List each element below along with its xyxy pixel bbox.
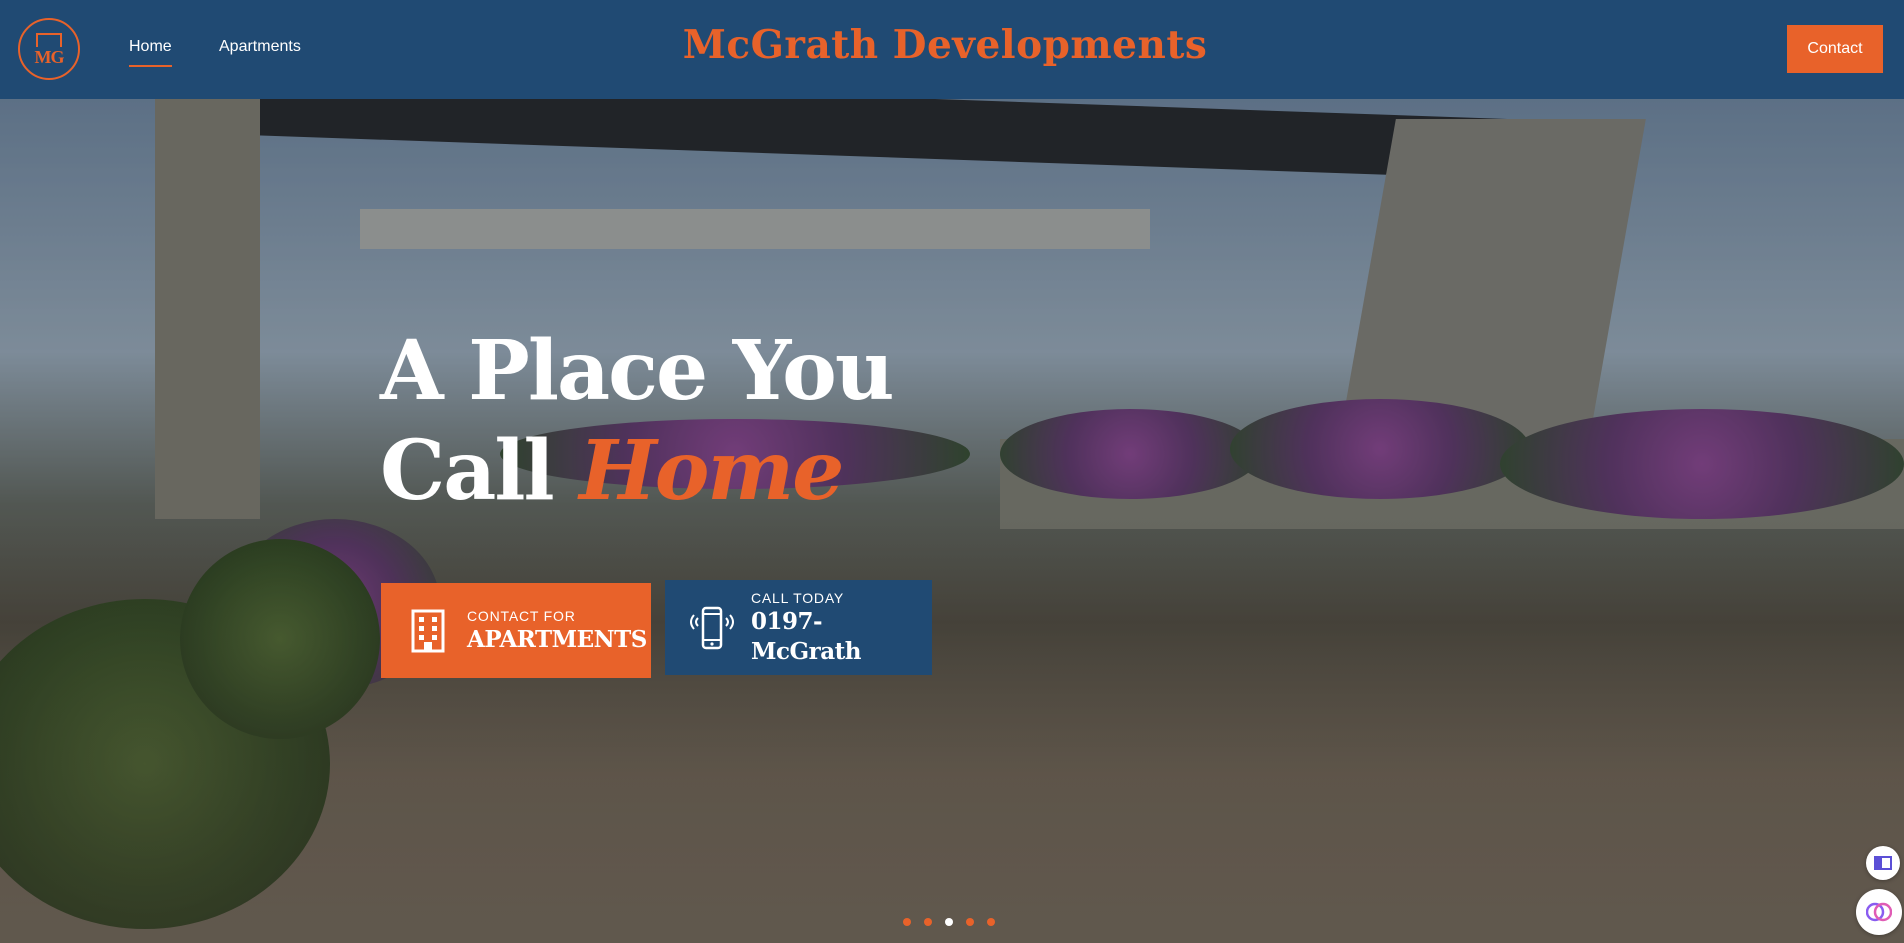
cta-call-small: Call Today <box>750 589 845 606</box>
slider-dot[interactable] <box>987 918 995 926</box>
site-header: MG Home Apartments McGrath Developments … <box>0 0 1904 99</box>
hero-section: A Place You Call Home Contact For APARTM… <box>0 99 1904 943</box>
slider-dot[interactable] <box>966 918 974 926</box>
headline-line2-plain: Call <box>380 423 555 519</box>
slider-dot[interactable] <box>903 918 911 926</box>
cta-call-big: 0197-McGrath <box>750 607 861 665</box>
book-icon[interactable] <box>1866 846 1900 880</box>
slider-dot-active[interactable] <box>945 918 953 926</box>
brand-title: McGrath Developments <box>682 22 1208 68</box>
hero-headline: A Place You Call Home <box>380 321 894 521</box>
brain-icon[interactable] <box>1856 889 1902 935</box>
cta-apartments-big: APARTMENTS <box>467 625 647 653</box>
phone-icon <box>687 601 737 655</box>
headline-line1: A Place You <box>380 323 894 419</box>
cta-apartments-small: Contact For <box>467 607 576 624</box>
slider-dots <box>903 918 995 926</box>
contact-apartments-button[interactable]: Contact For APARTMENTS <box>381 583 651 678</box>
hero-overlay <box>0 99 1904 943</box>
call-today-button[interactable]: Call Today 0197-McGrath <box>665 580 932 675</box>
headline-line2-accent: Home <box>579 423 844 519</box>
building-icon <box>403 604 453 658</box>
slider-dot[interactable] <box>924 918 932 926</box>
contact-button[interactable]: Contact <box>1787 25 1883 73</box>
